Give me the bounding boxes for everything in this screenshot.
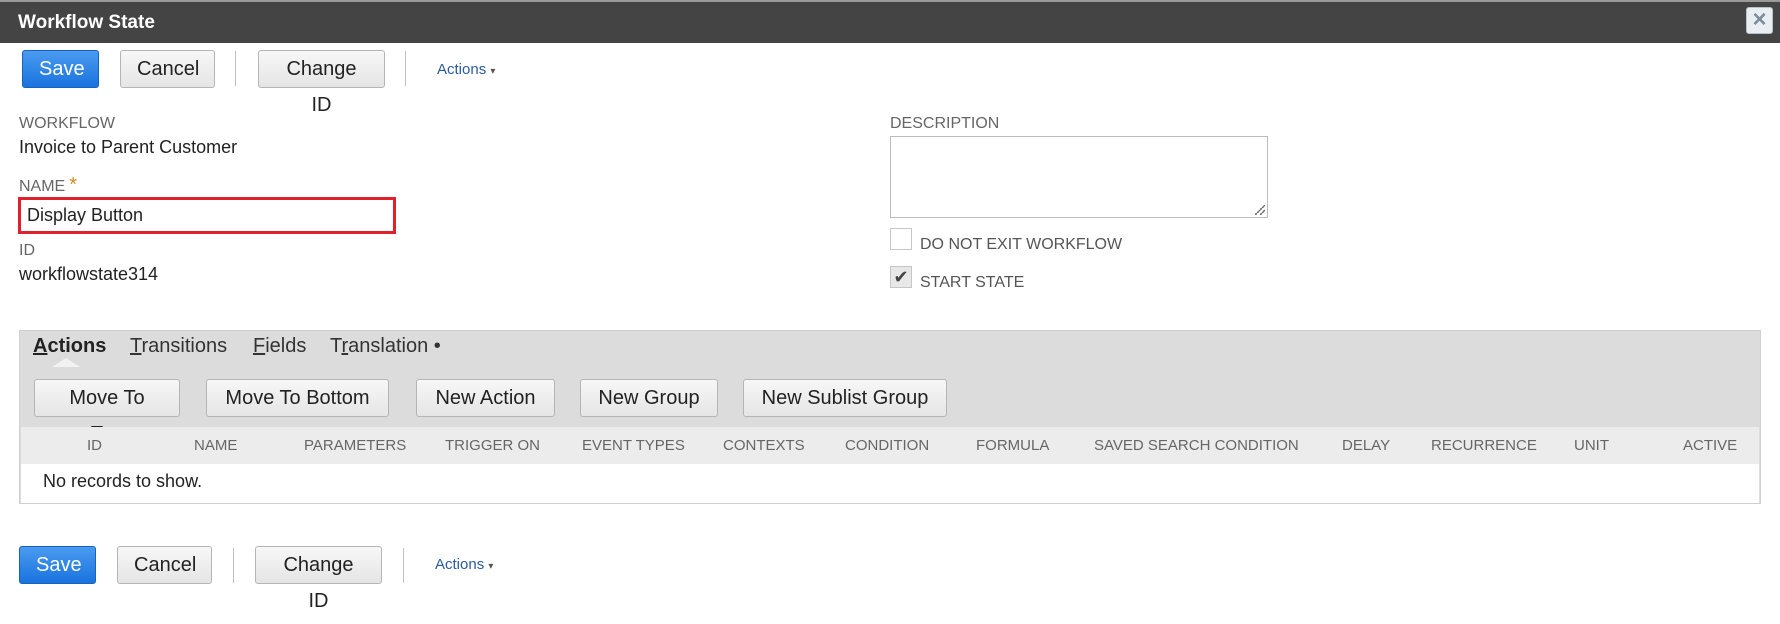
chevron-down-icon: ▾ (488, 561, 494, 572)
toolbar-separator (403, 548, 404, 583)
sublist-header: ID NAME PARAMETERS TRIGGER ON EVENT TYPE… (21, 427, 1759, 464)
cancel-button-bottom[interactable]: Cancel (117, 546, 212, 584)
workflow-value: Invoice to Parent Customer (19, 137, 238, 157)
do-not-exit-checkbox[interactable] (890, 228, 912, 250)
required-marker: * (69, 174, 78, 196)
id-label: ID (19, 242, 35, 259)
tab-translation[interactable]: Translation • (330, 335, 441, 358)
actions-menu-label: Actions (437, 61, 487, 78)
name-label: NAME * (19, 174, 77, 197)
save-button[interactable]: Save (22, 50, 99, 88)
description-textarea[interactable] (890, 136, 1268, 218)
id-value: workflowstate314 (19, 264, 159, 284)
toolbar-separator (405, 51, 406, 86)
column-header[interactable]: PARAMETERS (304, 437, 406, 454)
column-header[interactable]: RECURRENCE (1431, 437, 1537, 454)
tab-fields[interactable]: Fields (253, 335, 306, 358)
actions-menu[interactable]: Actions ▾ (437, 61, 495, 78)
window-title: Workflow State (18, 12, 155, 33)
column-header[interactable]: DELAY (1342, 437, 1390, 454)
column-header[interactable]: CONTEXTS (723, 437, 805, 454)
new-action-button[interactable]: New Action (416, 379, 555, 417)
start-state-label: START STATE (920, 274, 1025, 291)
change-id-button[interactable]: Change ID (258, 50, 385, 116)
new-group-button[interactable]: New Group (580, 379, 718, 417)
change-id-button-bottom[interactable]: Change ID (255, 546, 382, 612)
move-to-top-button[interactable]: Move To Top (34, 379, 180, 445)
chevron-down-icon: ▾ (490, 66, 496, 77)
move-to-bottom-button[interactable]: Move To Bottom (206, 379, 389, 417)
column-header[interactable]: EVENT TYPES (582, 437, 685, 454)
name-input[interactable]: Display Button (18, 197, 396, 234)
column-header[interactable]: SAVED SEARCH CONDITION (1094, 437, 1299, 454)
checkmark-icon: ✔ (893, 267, 909, 287)
active-tab-pointer (52, 358, 80, 367)
name-label-text: NAME (19, 178, 66, 195)
window-titlebar: Workflow State (0, 0, 1780, 43)
toolbar-separator (233, 548, 234, 583)
column-header[interactable]: ID (87, 437, 102, 454)
column-header[interactable]: NAME (194, 437, 237, 454)
actions-menu-label: Actions (435, 556, 485, 573)
empty-state-text: No records to show. (43, 471, 203, 491)
resize-grip-icon[interactable] (1255, 205, 1265, 215)
column-header[interactable]: ACTIVE (1683, 437, 1737, 454)
description-label: DESCRIPTION (890, 115, 1000, 132)
workflow-label: WORKFLOW (19, 115, 115, 132)
toolbar-separator (235, 51, 236, 86)
column-header[interactable]: CONDITION (845, 437, 929, 454)
start-state-checkbox[interactable]: ✔ (890, 266, 912, 288)
new-sublist-group-button[interactable]: New Sublist Group (743, 379, 947, 417)
actions-menu-bottom[interactable]: Actions ▾ (435, 556, 493, 573)
tab-transitions[interactable]: Transitions (130, 335, 227, 358)
close-icon[interactable]: × (1746, 7, 1773, 34)
tab-actions[interactable]: Actions (33, 335, 106, 358)
sublist-body: No records to show. (21, 464, 1759, 503)
column-header[interactable]: FORMULA (976, 437, 1049, 454)
column-header[interactable]: TRIGGER ON (445, 437, 540, 454)
column-header[interactable]: UNIT (1574, 437, 1609, 454)
save-button-bottom[interactable]: Save (19, 546, 96, 584)
do-not-exit-label: DO NOT EXIT WORKFLOW (920, 236, 1123, 253)
cancel-button[interactable]: Cancel (120, 50, 215, 88)
